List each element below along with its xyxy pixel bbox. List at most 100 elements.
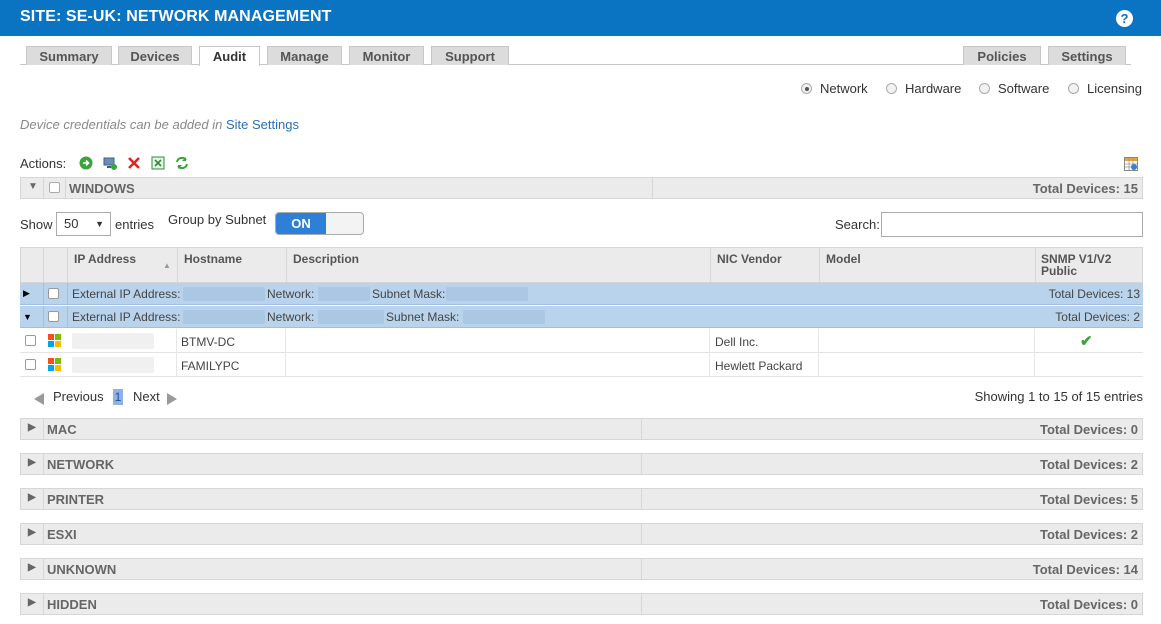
radio-network[interactable]: Network <box>801 81 868 96</box>
collapse-triangle-icon[interactable]: ▼ <box>23 312 32 322</box>
divider <box>641 489 642 509</box>
divider <box>652 178 653 198</box>
page-size-select[interactable]: 50 ▼ <box>56 212 111 236</box>
network-label: Network: <box>267 287 315 301</box>
subnet-row[interactable]: ▼ External IP Address: Network: Subnet M… <box>20 306 1143 328</box>
expand-arrow-icon[interactable]: ▶ <box>28 562 36 573</box>
showing-entries: Showing 1 to 15 of 15 entries <box>974 389 1143 404</box>
site-settings-link[interactable]: Site Settings <box>226 117 299 132</box>
tab-manage[interactable]: Manage <box>267 46 342 65</box>
subnet-row[interactable]: ▶ External IP Address: Network: Subnet M… <box>20 283 1143 305</box>
col-nic-vendor[interactable]: NIC Vendor <box>717 253 782 265</box>
next-arrow-icon[interactable] <box>167 393 177 405</box>
export-excel-icon[interactable] <box>151 156 165 170</box>
divider <box>1034 353 1035 377</box>
group-by-subnet-toggle[interactable]: ON <box>275 212 364 235</box>
tab-audit[interactable]: Audit <box>199 46 260 66</box>
row-checkbox[interactable] <box>48 311 59 322</box>
group-total: Total Devices: 15 <box>1032 181 1138 196</box>
radio-licensing[interactable]: Licensing <box>1068 81 1142 96</box>
radio-selected-icon <box>801 83 812 94</box>
column-settings-icon[interactable] <box>1124 157 1138 171</box>
redacted-value <box>183 287 265 301</box>
tab-devices[interactable]: Devices <box>118 46 192 65</box>
divider <box>818 353 819 377</box>
radio-software[interactable]: Software <box>979 81 1049 96</box>
delete-icon[interactable] <box>127 156 141 170</box>
group-name: WINDOWS <box>69 181 135 196</box>
divider <box>709 329 710 353</box>
group-network[interactable]: ▶ NETWORK Total Devices: 2 <box>20 453 1143 475</box>
expand-triangle-icon[interactable]: ▶ <box>23 288 30 299</box>
col-description[interactable]: Description <box>293 253 359 265</box>
tab-settings[interactable]: Settings <box>1048 46 1126 65</box>
table-header: IP Address ▲ Hostname Description NIC Ve… <box>20 247 1143 283</box>
tab-policies[interactable]: Policies <box>963 46 1041 65</box>
group-printer[interactable]: ▶ PRINTER Total Devices: 5 <box>20 488 1143 510</box>
redacted-value <box>183 310 265 324</box>
expand-arrow-icon[interactable]: ▶ <box>28 527 36 538</box>
add-device-icon[interactable] <box>103 156 117 170</box>
divider <box>641 419 642 439</box>
redacted-value <box>463 310 545 324</box>
divider <box>67 283 68 305</box>
col-snmp[interactable]: SNMP V1/V2 Public <box>1041 253 1121 277</box>
table-row[interactable]: FAMILYPC Hewlett Packard <box>20 353 1143 377</box>
group-mac[interactable]: ▶ MAC Total Devices: 0 <box>20 418 1143 440</box>
group-name: ESXI <box>47 527 77 542</box>
group-total: Total Devices: 0 <box>1039 422 1138 437</box>
col-ip-address[interactable]: IP Address <box>74 253 136 265</box>
divider <box>65 178 66 198</box>
redacted-value <box>318 287 370 301</box>
row-checkbox[interactable] <box>25 335 36 346</box>
expand-arrow-icon[interactable]: ▶ <box>28 492 36 503</box>
group-total: Total Devices: 0 <box>1039 597 1138 612</box>
divider <box>43 178 44 198</box>
tab-monitor[interactable]: Monitor <box>349 46 424 65</box>
group-hidden[interactable]: ▶ HIDDEN Total Devices: 0 <box>20 593 1143 615</box>
row-checkbox[interactable] <box>25 359 36 370</box>
expand-arrow-icon[interactable]: ▶ <box>28 597 36 608</box>
group-total: Total Devices: 5 <box>1039 492 1138 507</box>
sort-asc-icon[interactable]: ▲ <box>163 261 171 270</box>
nic-vendor-cell: Dell Inc. <box>715 335 759 349</box>
radio-empty-icon <box>979 83 990 94</box>
collapse-arrow-icon[interactable]: ▼ <box>28 181 38 192</box>
page-number[interactable]: 1 <box>113 389 123 405</box>
previous-arrow-icon[interactable] <box>34 393 44 405</box>
divider <box>43 489 44 509</box>
previous-link[interactable]: Previous <box>53 389 104 404</box>
radio-empty-icon <box>1068 83 1079 94</box>
col-model[interactable]: Model <box>826 253 861 265</box>
expand-arrow-icon[interactable]: ▶ <box>28 457 36 468</box>
col-hostname[interactable]: Hostname <box>184 253 242 265</box>
tab-support[interactable]: Support <box>431 46 509 65</box>
row-checkbox[interactable] <box>48 288 59 299</box>
group-esxi[interactable]: ▶ ESXI Total Devices: 2 <box>20 523 1143 545</box>
divider <box>285 353 286 377</box>
subnet-total: Total Devices: 13 <box>1048 287 1140 301</box>
redacted-value <box>318 310 384 324</box>
go-arrow-icon[interactable] <box>79 156 93 170</box>
tab-summary[interactable]: Summary <box>26 46 112 65</box>
hostname-cell: BTMV-DC <box>181 335 235 349</box>
group-unknown[interactable]: ▶ UNKNOWN Total Devices: 14 <box>20 558 1143 580</box>
divider <box>176 353 177 377</box>
refresh-icon[interactable] <box>175 156 189 170</box>
divider <box>285 329 286 353</box>
expand-arrow-icon[interactable]: ▶ <box>28 422 36 433</box>
nic-vendor-cell: Hewlett Packard <box>715 359 803 373</box>
redacted-ip <box>72 333 154 349</box>
table-row[interactable]: BTMV-DC Dell Inc. ✔ <box>20 329 1143 353</box>
next-link[interactable]: Next <box>133 389 160 404</box>
question-icon[interactable]: ? <box>1116 10 1133 27</box>
group-total: Total Devices: 14 <box>1032 562 1138 577</box>
group-total: Total Devices: 2 <box>1039 527 1138 542</box>
group-select-checkbox[interactable] <box>49 182 60 193</box>
radio-hardware[interactable]: Hardware <box>886 81 961 96</box>
group-windows[interactable]: ▼ WINDOWS Total Devices: 15 <box>20 177 1143 199</box>
credentials-note: Device credentials can be added in Site … <box>20 117 299 132</box>
header-bar: SITE: SE-UK: NETWORK MANAGEMENT ? <box>0 0 1161 36</box>
search-input[interactable] <box>881 212 1143 237</box>
divider <box>176 329 177 353</box>
